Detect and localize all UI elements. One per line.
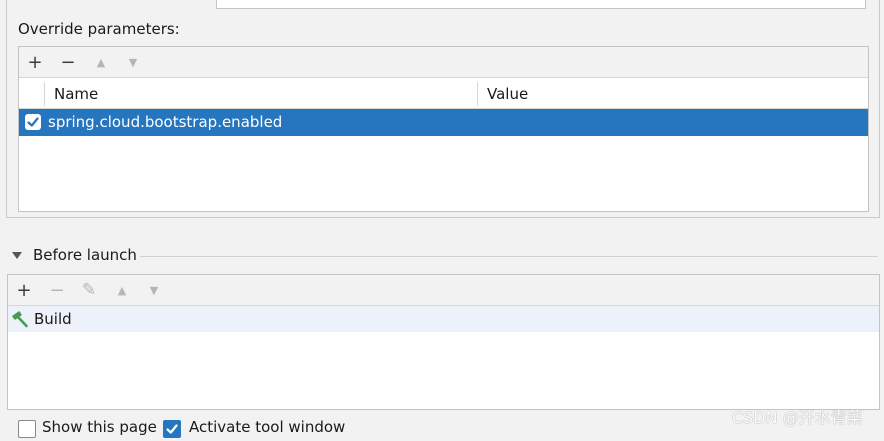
build-task-label: Build — [34, 310, 72, 328]
move-down-icon[interactable]: ▼ — [119, 47, 147, 77]
before-launch-list: + − ✎ ▲ ▼ Build — [7, 274, 880, 410]
remove-icon[interactable]: − — [54, 47, 82, 77]
add-icon[interactable]: + — [21, 47, 49, 77]
column-header-name[interactable]: Name — [54, 85, 98, 103]
remove-icon[interactable]: − — [43, 275, 71, 305]
before-launch-toolbar: + − ✎ ▲ ▼ — [8, 275, 879, 306]
override-parameters-label: Override parameters: — [18, 20, 180, 38]
collapse-arrow-icon[interactable] — [12, 252, 22, 259]
list-item[interactable]: Build — [8, 306, 879, 332]
column-divider — [44, 82, 45, 106]
row-enabled-checkbox[interactable] — [25, 114, 41, 130]
move-up-icon[interactable]: ▲ — [108, 275, 136, 305]
activate-tool-window-label[interactable]: Activate tool window — [189, 418, 345, 436]
move-down-icon[interactable]: ▼ — [140, 275, 168, 305]
checkmark-icon — [27, 117, 39, 127]
add-icon[interactable]: + — [10, 275, 38, 305]
table-header: Name Value — [19, 78, 868, 109]
show-page-checkbox[interactable] — [18, 420, 36, 438]
table-row[interactable]: spring.cloud.bootstrap.enabled — [19, 109, 868, 136]
section-divider — [140, 256, 878, 257]
show-page-label[interactable]: Show this page — [42, 418, 157, 436]
column-header-value[interactable]: Value — [487, 85, 528, 103]
override-parameters-table: + − ▲ ▼ Name Value spring.cloud.bootstra… — [18, 46, 869, 212]
edit-icon[interactable]: ✎ — [75, 275, 103, 305]
before-launch-title[interactable]: Before launch — [33, 246, 137, 264]
checkmark-icon — [166, 424, 178, 434]
row-name-cell[interactable]: spring.cloud.bootstrap.enabled — [48, 113, 282, 131]
hammer-icon — [12, 311, 28, 328]
column-divider — [477, 82, 478, 106]
move-up-icon[interactable]: ▲ — [87, 47, 115, 77]
activate-tool-window-checkbox[interactable] — [163, 420, 181, 438]
override-toolbar: + − ▲ ▼ — [19, 47, 868, 78]
watermark-text: CSDN @开水青菜 — [732, 408, 863, 427]
